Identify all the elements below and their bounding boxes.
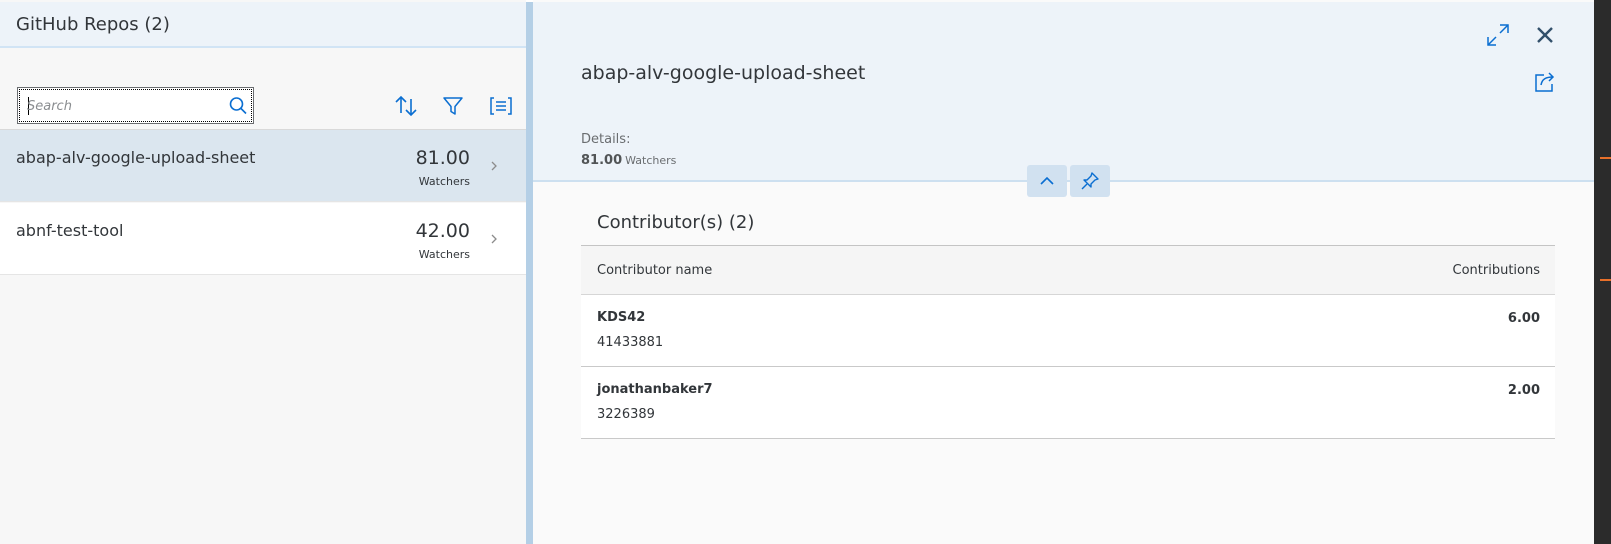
sort-icon[interactable] bbox=[391, 92, 421, 120]
collapse-header-button[interactable] bbox=[1027, 165, 1067, 197]
contributors-title: Contributor(s) (2) bbox=[597, 212, 755, 233]
search-input[interactable] bbox=[27, 95, 217, 117]
fullscreen-icon[interactable] bbox=[1482, 19, 1514, 51]
master-title: GitHub Repos (2) bbox=[16, 14, 170, 35]
search-icon[interactable] bbox=[227, 95, 249, 117]
column-header-contributions: Contributions bbox=[1452, 263, 1541, 278]
edge-marker bbox=[1600, 157, 1611, 159]
repo-watchers-number: 42.00 bbox=[415, 220, 470, 242]
object-header: abap-alv-google-upload-sheet Details: 81… bbox=[533, 2, 1611, 182]
details-watchers: 81.00 Watchers bbox=[581, 153, 676, 168]
contributor-id: 41433881 bbox=[597, 335, 664, 350]
detail-pane: abap-alv-google-upload-sheet Details: 81… bbox=[533, 0, 1611, 544]
pane-splitter[interactable] bbox=[526, 2, 533, 544]
group-icon[interactable] bbox=[486, 92, 516, 120]
table-row[interactable]: KDS42 41433881 6.00 bbox=[581, 295, 1555, 367]
repo-watchers-number: 81.00 bbox=[415, 147, 470, 169]
share-icon[interactable] bbox=[1529, 66, 1561, 98]
list-item[interactable]: abnf-test-tool 42.00 Watchers bbox=[0, 203, 526, 275]
details-watchers-unit: Watchers bbox=[625, 154, 677, 167]
contributions-value: 2.00 bbox=[1507, 383, 1540, 398]
contributors-table: Contributor name Contributions KDS42 414… bbox=[581, 245, 1555, 439]
chevron-right-icon bbox=[488, 231, 500, 245]
search-field[interactable] bbox=[17, 87, 254, 124]
repo-name: abnf-test-tool bbox=[16, 221, 124, 240]
repo-name: abap-alv-google-upload-sheet bbox=[16, 148, 256, 167]
repo-watchers-unit: Watchers bbox=[418, 175, 470, 188]
contributor-name: KDS42 bbox=[597, 310, 646, 325]
chevron-right-icon bbox=[488, 158, 500, 172]
contributor-name: jonathanbaker7 bbox=[597, 382, 713, 397]
table-row[interactable]: jonathanbaker7 3226389 2.00 bbox=[581, 367, 1555, 439]
master-pane: GitHub Repos (2) Search abap-alv-google-… bbox=[0, 0, 526, 544]
details-watchers-value: 81.00 bbox=[581, 153, 623, 168]
pin-icon bbox=[1079, 170, 1101, 192]
background-window-edge bbox=[1594, 0, 1611, 544]
master-header: GitHub Repos (2) bbox=[0, 2, 526, 48]
filter-icon[interactable] bbox=[438, 92, 468, 120]
details-label: Details: bbox=[581, 132, 631, 147]
contributor-id: 3226389 bbox=[597, 407, 655, 422]
chevron-up-icon bbox=[1037, 174, 1057, 188]
table-header-row: Contributor name Contributions bbox=[581, 246, 1555, 295]
list-item[interactable]: abap-alv-google-upload-sheet 81.00 Watch… bbox=[0, 130, 526, 202]
close-icon[interactable] bbox=[1529, 19, 1561, 51]
pin-header-button[interactable] bbox=[1070, 165, 1110, 197]
edge-marker bbox=[1600, 279, 1611, 281]
repo-watchers-unit: Watchers bbox=[418, 248, 470, 261]
column-header-contributor-name: Contributor name bbox=[597, 263, 713, 278]
contributions-value: 6.00 bbox=[1507, 311, 1540, 326]
detail-title: abap-alv-google-upload-sheet bbox=[581, 62, 866, 84]
